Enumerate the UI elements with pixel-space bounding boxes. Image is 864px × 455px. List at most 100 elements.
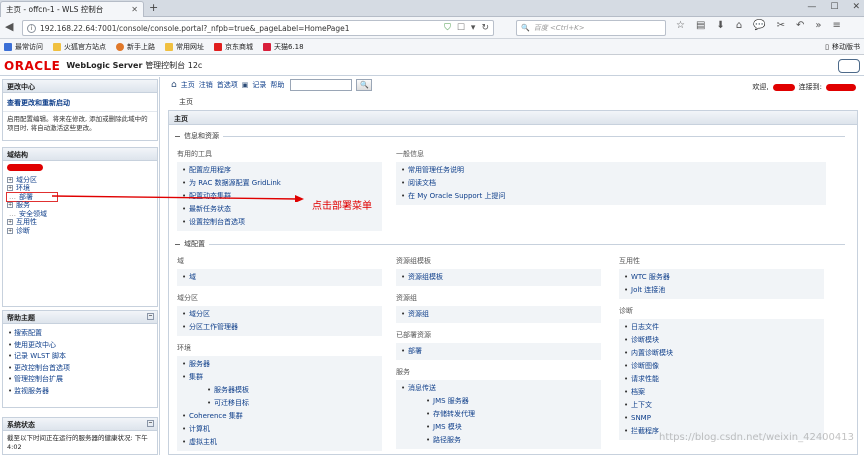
tab-title: 主页 - offcn-1 - WLS 控制台	[6, 5, 104, 14]
domain-root-redacted[interactable]	[7, 164, 43, 171]
config-link[interactable]: 诊断模块	[624, 334, 819, 347]
overflow-icon[interactable]: »	[815, 20, 821, 31]
close-window-icon[interactable]: ✕	[852, 2, 860, 12]
help-link[interactable]: 管理控制台扩展	[7, 374, 153, 386]
link-item[interactable]: 阅读文档	[401, 177, 821, 190]
help-link[interactable]: 记录 WLST 脚本	[7, 351, 153, 363]
record-icon[interactable]: ▣	[242, 81, 249, 89]
config-link[interactable]: 服务器模板	[182, 384, 377, 397]
config-link[interactable]: JMS 模块	[401, 421, 596, 434]
config-link[interactable]: 计算机	[182, 423, 377, 436]
toolbar-logout[interactable]: 注销	[199, 80, 213, 90]
console-search-button[interactable]: 🔍	[356, 79, 373, 91]
bookmark-5[interactable]: 天猫6.18	[263, 42, 304, 52]
undo-icon[interactable]: ↶	[796, 20, 804, 31]
view-changes-link[interactable]: 查看更改和重新启动	[3, 93, 157, 112]
config-link[interactable]: 路径服务	[401, 434, 596, 447]
config-link[interactable]: 域	[182, 271, 377, 284]
collapse-icon[interactable]: −	[147, 313, 154, 320]
bookmark-4[interactable]: 京东商城	[214, 42, 253, 52]
config-link[interactable]: 日志文件	[624, 321, 819, 334]
close-icon[interactable]: ✕	[131, 5, 138, 14]
search-box[interactable]: 🔍 百度 <Ctrl+K>	[516, 20, 666, 36]
tree-item[interactable]: + 域分区	[7, 176, 153, 185]
config-link[interactable]: 域分区	[182, 308, 377, 321]
toolbar-preferences[interactable]: 首选项	[217, 80, 238, 90]
config-link[interactable]: 可迁移目标	[182, 397, 377, 410]
bookmark-1[interactable]: 火狐官方站点	[53, 42, 106, 52]
link-item[interactable]: 常用管理任务说明	[401, 164, 821, 177]
expand-icon[interactable]: +	[7, 202, 13, 208]
reader-icon[interactable]: ☐	[457, 23, 465, 33]
link-item[interactable]: 在 My Oracle Support 上提问	[401, 190, 821, 203]
toolbar-home[interactable]: 主页	[181, 80, 195, 90]
expand-icon[interactable]: +	[7, 176, 13, 183]
config-link[interactable]: 上下文	[624, 399, 819, 412]
shield-icon[interactable]: ⛉	[444, 23, 451, 33]
link-item[interactable]: 设置控制台首选项	[182, 216, 377, 229]
maximize-icon[interactable]: ☐	[830, 2, 838, 12]
tree-item[interactable]: … 部署	[6, 191, 58, 202]
minimize-icon[interactable]: —	[807, 2, 816, 12]
link-item[interactable]: 配置应用程序	[182, 164, 377, 177]
config-link[interactable]: 消息传送	[401, 382, 596, 395]
tree-item[interactable]: + 诊断	[7, 227, 153, 236]
config-link[interactable]: 内置诊断模块	[624, 347, 819, 360]
download-icon[interactable]: ⬇	[716, 20, 724, 31]
mobile-bookmarks[interactable]: ▯ 移动版书	[825, 42, 860, 52]
help-link[interactable]: 更改控制台首选项	[7, 363, 153, 375]
config-link[interactable]: SNMP	[624, 412, 819, 425]
tree-item[interactable]: + 服务	[7, 201, 153, 210]
star-icon[interactable]: ☆	[676, 20, 685, 31]
bookmark-2[interactable]: 新手上路	[116, 42, 155, 52]
config-link[interactable]: Coherence 集群	[182, 410, 377, 423]
back-icon[interactable]: ◀	[5, 20, 13, 33]
config-link[interactable]: 资源组模板	[401, 271, 596, 284]
config-link[interactable]: JMS 服务器	[401, 395, 596, 408]
library-icon[interactable]: ▤	[696, 20, 705, 31]
tree-item[interactable]: … 安全领域	[7, 210, 153, 219]
collapse-icon[interactable]: −	[147, 420, 154, 427]
console-search-input[interactable]	[290, 79, 353, 91]
toolbar-help[interactable]: 帮助	[270, 80, 284, 90]
new-tab-button[interactable]: +	[149, 1, 158, 14]
dropdown-icon[interactable]: ▾	[471, 23, 476, 33]
system-status-title: 系统状态 −	[3, 418, 157, 431]
breadcrumb[interactable]: 主页	[179, 97, 193, 107]
toolbar-record[interactable]: 记录	[252, 80, 266, 90]
home-icon[interactable]: ⌂	[171, 80, 177, 90]
tree-item[interactable]: + 环境	[7, 184, 153, 193]
config-link[interactable]: 服务器	[182, 358, 377, 371]
config-link[interactable]: 资源组	[401, 308, 596, 321]
config-link[interactable]: 存储转发代理	[401, 408, 596, 421]
reload-icon[interactable]: ↻	[481, 23, 489, 33]
config-link[interactable]: 分区工作管理器	[182, 321, 377, 334]
help-link[interactable]: 监视服务器	[7, 386, 153, 398]
info-icon[interactable]: i	[27, 23, 36, 33]
config-link[interactable]: WTC 服务器	[624, 271, 819, 284]
config-link[interactable]: 虚拟主机	[182, 436, 377, 449]
chat-icon[interactable]: 💬	[753, 20, 765, 31]
config-link[interactable]: 档案	[624, 386, 819, 399]
help-link[interactable]: 使用更改中心	[7, 340, 153, 352]
menu-icon[interactable]: ≡	[833, 20, 841, 31]
help-link[interactable]: 搜索配置	[7, 328, 153, 340]
url-text[interactable]: 192.168.22.64:7001/console/console.porta…	[40, 24, 440, 33]
config-link[interactable]: 诊断图像	[624, 360, 819, 373]
expand-icon[interactable]: +	[7, 227, 13, 234]
screenshot-icon[interactable]: ✂	[777, 20, 785, 31]
link-item[interactable]: 为 RAC 数据源配置 GridLink	[182, 177, 377, 190]
config-link[interactable]: 请求性能	[624, 373, 819, 386]
config-link[interactable]: 部署	[401, 345, 596, 358]
bookmark-0[interactable]: 最常访问	[4, 42, 43, 52]
expand-icon[interactable]: +	[7, 185, 13, 191]
url-bar[interactable]: i 192.168.22.64:7001/console/console.por…	[22, 20, 494, 36]
browser-tab[interactable]: 主页 - offcn-1 - WLS 控制台 ✕	[0, 1, 144, 17]
config-link[interactable]: 集群	[182, 371, 377, 384]
home-icon[interactable]: ⌂	[736, 20, 742, 31]
expand-icon[interactable]: +	[7, 219, 13, 225]
config-group-links: WTC 服务器Jolt 连接池	[619, 269, 824, 299]
tree-item[interactable]: + 互用性	[7, 218, 153, 227]
config-link[interactable]: Jolt 连接池	[624, 284, 819, 297]
bookmark-3[interactable]: 常用网址	[165, 42, 204, 52]
